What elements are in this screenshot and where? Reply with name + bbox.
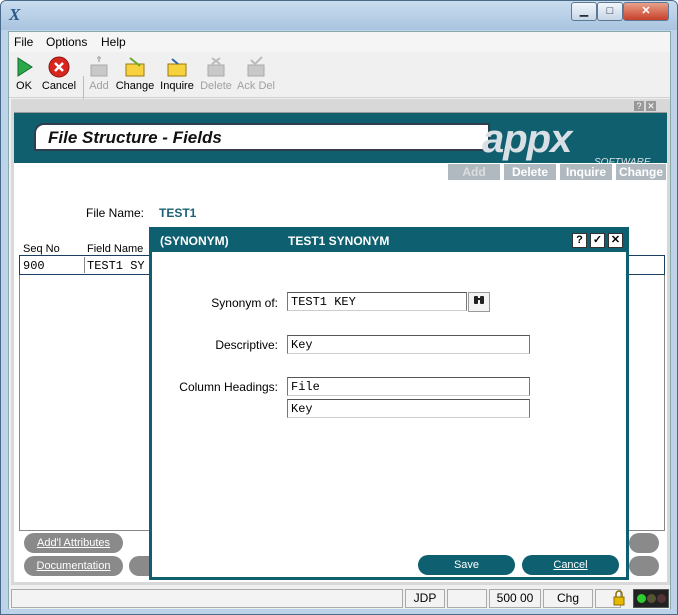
cancel-icon (48, 56, 70, 78)
menu-help[interactable]: Help (101, 35, 126, 49)
frame-help-button[interactable]: ? (634, 101, 644, 111)
status-user: JDP (405, 589, 445, 608)
page-title: File Structure - Fields (48, 128, 222, 147)
cancel-dialog-button[interactable]: Cancel (522, 555, 619, 575)
descriptive-field[interactable]: Key (287, 335, 530, 354)
minimize-button[interactable]: ▁ (571, 2, 597, 21)
dialog-tag: (SYNONYM) (160, 234, 229, 248)
status-message (11, 589, 403, 608)
addl-attributes-button[interactable]: Add'l Attributes (24, 533, 123, 553)
cancel-button[interactable]: Cancel (39, 54, 79, 96)
inquire-icon (167, 58, 187, 77)
status-blank (447, 589, 487, 608)
change-button[interactable]: Change (115, 54, 155, 96)
ok-button[interactable]: OK (11, 54, 37, 96)
frame-close-button[interactable]: ✕ (646, 101, 656, 111)
activity-lights-icon (633, 589, 669, 608)
delete-button[interactable]: Delete (199, 54, 233, 96)
status-mode: Chg (543, 589, 593, 608)
binoculars-icon (474, 296, 484, 304)
app-window: X ▁ □ ✕ File Options Help OK Cancel Add (0, 0, 678, 615)
save-button[interactable]: Save (418, 555, 515, 575)
toolbar: OK Cancel Add Change Inquire Delete Ack … (9, 52, 670, 114)
menu-file[interactable]: File (14, 35, 33, 49)
maximize-button[interactable]: □ (597, 2, 623, 21)
dialog-ok-button[interactable]: ✓ (590, 233, 605, 248)
action-change-button[interactable]: Change (615, 163, 667, 181)
add-button[interactable]: Add (87, 54, 111, 96)
column-header-field: Field Name (87, 243, 144, 255)
column-headings-label: Column Headings: (179, 380, 278, 394)
dialog-help-button[interactable]: ? (572, 233, 587, 248)
action-delete-button[interactable]: Delete (503, 163, 557, 181)
action-inquire-button[interactable]: Inquire (559, 163, 613, 181)
appx-icon: X (9, 5, 21, 24)
column-heading-1-field[interactable]: File (287, 377, 530, 396)
status-bar: JDP 500 00 Chg (9, 587, 670, 609)
column-heading-2-field[interactable]: Key (287, 399, 530, 418)
ack-del-button[interactable]: Ack Del (237, 54, 275, 96)
search-binoculars-button[interactable] (468, 292, 490, 312)
right-button-1[interactable] (629, 533, 659, 553)
banner: File Structure - Fields appx SOFTWARE Ad… (14, 113, 667, 183)
menu-bar: File Options Help (9, 32, 670, 52)
right-button-2[interactable] (629, 556, 659, 576)
action-add-button[interactable]: Add (447, 163, 501, 181)
synonym-dialog: (SYNONYM) TEST1 SYNONYM ? ✓ ✕ Synonym of… (149, 227, 629, 580)
title-bar: X ▁ □ ✕ (1, 1, 677, 30)
appx-logo: appx (482, 117, 572, 161)
play-icon (17, 57, 33, 77)
inquire-button[interactable]: Inquire (158, 54, 196, 96)
file-name-label: File Name: (86, 206, 145, 220)
column-header-seq: Seq No (23, 243, 60, 255)
synonym-of-field[interactable]: TEST1 KEY (287, 292, 467, 311)
file-name-value: TEST1 (159, 206, 197, 220)
add-icon (90, 56, 108, 77)
synonym-of-label: Synonym of: (211, 296, 278, 310)
lock-icon (613, 590, 625, 606)
title-box: File Structure - Fields (34, 123, 490, 151)
close-window-button[interactable]: ✕ (623, 2, 669, 21)
dialog-title-bar: (SYNONYM) TEST1 SYNONYM ? ✓ ✕ (152, 230, 626, 252)
dialog-title: TEST1 SYNONYM (288, 234, 390, 248)
delete-icon (207, 57, 225, 77)
dialog-close-button[interactable]: ✕ (608, 233, 623, 248)
ack-delete-icon (247, 56, 265, 77)
status-code: 500 00 (489, 589, 541, 608)
change-icon (125, 57, 145, 77)
documentation-button[interactable]: Documentation (24, 556, 123, 576)
menu-options[interactable]: Options (46, 35, 87, 49)
descriptive-label: Descriptive: (215, 338, 278, 352)
seq-cell[interactable]: 900 (21, 257, 83, 273)
